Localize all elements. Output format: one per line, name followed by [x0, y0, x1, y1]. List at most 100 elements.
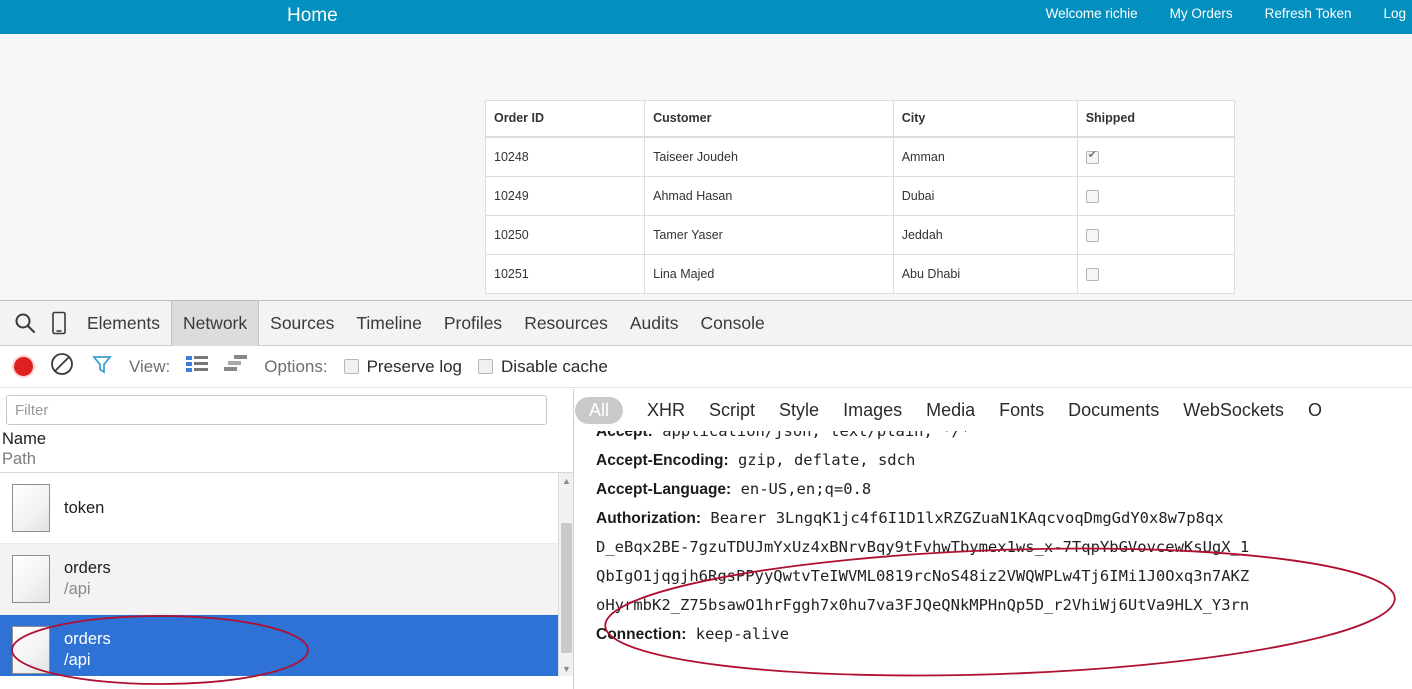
- filter-row: [0, 389, 573, 425]
- filter-input[interactable]: [6, 395, 547, 425]
- cell-customer: Lina Majed: [644, 254, 894, 295]
- type-filter-all[interactable]: All: [575, 396, 624, 424]
- filter-funnel-icon[interactable]: [91, 353, 113, 380]
- header-value: en-US,en;q=0.8: [740, 480, 872, 498]
- cell-shipped: [1076, 214, 1236, 256]
- header-value: keep-alive: [695, 625, 790, 643]
- header-row-accept-encoding: Accept-Encoding: gzip, deflate, sdch: [596, 446, 1412, 475]
- tab-sources-label: Sources: [270, 312, 335, 333]
- scrollbar-thumb[interactable]: [561, 523, 572, 653]
- cell-order-id: 10250: [484, 214, 646, 256]
- orders-table-header-row: Order ID Customer City Shipped: [484, 100, 1236, 138]
- orders-table-body: 10248 Taiseer Joudeh Amman 10249 Ahmad H…: [484, 136, 1236, 295]
- column-header-path: Path: [2, 450, 36, 468]
- list-item[interactable]: token: [0, 473, 573, 544]
- header-value: Bearer 3LngqK1jc4f6I1D1lxRZGZuaN1KAqcvoq…: [710, 509, 1224, 527]
- shipped-checkbox[interactable]: [1085, 229, 1099, 243]
- type-filter-xhr[interactable]: XHR: [647, 400, 685, 421]
- header-name: Connection:: [596, 626, 687, 643]
- cell-city: Abu Dhabi: [892, 254, 1078, 295]
- view-list-icon[interactable]: [186, 355, 209, 378]
- cell-city: Amman: [892, 136, 1078, 177]
- orders-table-head: Order ID Customer City Shipped: [484, 100, 1236, 138]
- type-filter-other-label: O: [1307, 399, 1322, 420]
- type-filter-script[interactable]: Script: [709, 400, 755, 421]
- list-item-selected[interactable]: orders /api: [0, 615, 573, 676]
- cell-city: Jeddah: [892, 214, 1078, 256]
- header-row-authorization-cont-3: oHyrmbK2_Z75bsawO1hrFggh7x0hu7va3FJQeQNk…: [596, 591, 1412, 620]
- header-value: gzip, deflate, sdch: [737, 451, 916, 469]
- view-waterfall-icon[interactable]: [224, 355, 248, 378]
- list-item-text: orders /api: [64, 629, 111, 671]
- shipped-checkbox[interactable]: [1085, 149, 1099, 164]
- type-filter-fonts[interactable]: Fonts: [999, 400, 1044, 421]
- header-row-accept-language: Accept-Language: en-US,en;q=0.8: [596, 475, 1412, 504]
- nav-link-logout[interactable]: Log: [1383, 4, 1406, 24]
- screenshot-root: Home Welcome richie My Orders Refresh To…: [0, 0, 1412, 689]
- disable-cache-option[interactable]: Disable cache: [478, 357, 608, 377]
- nav-links: Welcome richie My Orders Refresh Token L…: [1046, 4, 1412, 24]
- request-list-scrollbar[interactable]: ▲ ▼: [558, 473, 573, 676]
- scroll-down-icon[interactable]: ▼: [559, 661, 573, 676]
- type-filter-xhr-label: XHR: [647, 399, 686, 420]
- nav-link-welcome[interactable]: Welcome richie: [1046, 4, 1138, 24]
- tab-elements[interactable]: Elements: [76, 301, 171, 346]
- type-filter-all-label: All: [589, 399, 610, 420]
- column-header-order-id: Order ID: [484, 100, 646, 138]
- tab-console[interactable]: Console: [689, 301, 775, 346]
- cell-order-id: 10251: [484, 254, 646, 295]
- type-filter-media-label: Media: [926, 399, 976, 420]
- preserve-log-option[interactable]: Preserve log: [343, 357, 462, 377]
- document-icon: [12, 555, 50, 603]
- type-filter-other[interactable]: O: [1308, 400, 1322, 421]
- search-icon[interactable]: [8, 301, 42, 345]
- device-toolbar-icon[interactable]: [42, 301, 76, 345]
- network-toolbar: View: Options: Preserve log Disable cach…: [0, 346, 1412, 388]
- tab-profiles-label: Profiles: [443, 312, 503, 333]
- type-filter-websockets-label: WebSockets: [1183, 399, 1284, 420]
- header-name: Authorization:: [596, 510, 702, 527]
- cell-order-id: 10248: [484, 136, 646, 177]
- header-row-connection: Connection: keep-alive: [596, 620, 1412, 649]
- tab-audits[interactable]: Audits: [619, 301, 690, 346]
- site-navbar: Home Welcome richie My Orders Refresh To…: [0, 0, 1412, 34]
- shipped-checkbox[interactable]: [1085, 268, 1099, 282]
- shipped-checkbox[interactable]: [1085, 189, 1099, 203]
- header-row-authorization: Authorization: Bearer 3LngqK1jc4f6I1D1lx…: [596, 504, 1412, 533]
- type-filter-documents-label: Documents: [1068, 399, 1160, 420]
- tab-audits-label: Audits: [629, 312, 679, 333]
- nav-brand-home[interactable]: Home: [287, 2, 338, 30]
- tab-sources[interactable]: Sources: [259, 301, 345, 346]
- type-filter-style[interactable]: Style: [779, 400, 819, 421]
- nav-link-my-orders[interactable]: My Orders: [1170, 4, 1233, 24]
- clear-icon[interactable]: [49, 351, 75, 382]
- request-path: /api: [64, 651, 91, 669]
- cell-shipped: [1076, 136, 1236, 177]
- tab-network[interactable]: Network: [170, 301, 260, 346]
- disable-cache-checkbox[interactable]: [478, 359, 494, 374]
- header-name: Accept-Language:: [596, 481, 732, 498]
- cell-customer: Tamer Yaser: [644, 214, 894, 256]
- tab-resources[interactable]: Resources: [513, 301, 619, 346]
- cell-customer: Taiseer Joudeh: [644, 136, 894, 177]
- preserve-log-checkbox[interactable]: [343, 359, 359, 374]
- record-icon[interactable]: [14, 357, 33, 376]
- type-filter-documents[interactable]: Documents: [1068, 400, 1159, 421]
- nav-link-refresh-token[interactable]: Refresh Token: [1265, 4, 1352, 24]
- request-list[interactable]: token orders /api orders /api ▲ ▼: [0, 473, 573, 676]
- request-name: orders: [64, 559, 111, 577]
- tab-timeline[interactable]: Timeline: [345, 301, 432, 346]
- request-list-pane: Name Path token orders: [0, 389, 574, 689]
- column-header-name: Name: [2, 430, 47, 448]
- column-header-city: City: [892, 100, 1078, 138]
- type-filter-images[interactable]: Images: [843, 400, 902, 421]
- tab-profiles[interactable]: Profiles: [433, 301, 513, 346]
- devtools-panel: Elements Network Sources Timeline Profil…: [0, 300, 1412, 689]
- scroll-up-icon[interactable]: ▲: [559, 473, 573, 488]
- list-item[interactable]: orders /api: [0, 544, 573, 615]
- type-filter-media[interactable]: Media: [926, 400, 975, 421]
- type-filter-websockets[interactable]: WebSockets: [1183, 400, 1284, 421]
- request-list-header[interactable]: Name Path: [0, 425, 573, 473]
- list-item-text: token: [64, 498, 104, 519]
- tab-resources-label: Resources: [524, 312, 608, 333]
